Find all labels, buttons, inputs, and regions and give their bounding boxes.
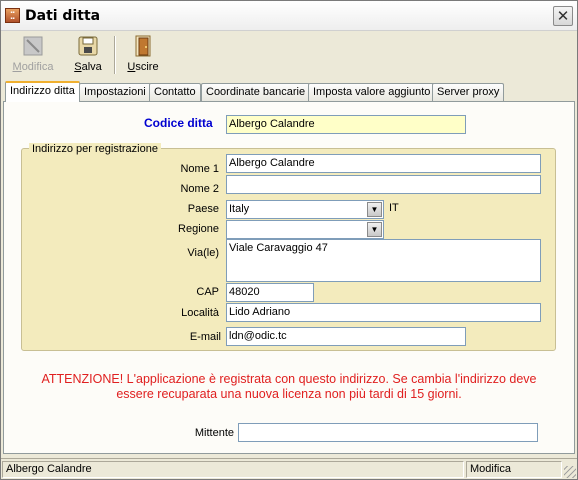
salva-button[interactable]: Salva [71,34,105,76]
regione-select[interactable]: ▼ [226,220,384,239]
chevron-down-icon[interactable]: ▼ [367,202,382,217]
tab-indirizzo-ditta[interactable]: Indirizzo ditta [5,81,80,102]
codice-ditta-input[interactable]: Albergo Calandre [226,115,466,134]
pencil-icon [21,34,45,58]
email-input[interactable]: ldn@odic.tc [226,327,466,346]
status-mode: Modifica [466,461,562,478]
cap-input[interactable]: 48020 [226,283,314,302]
toolbar-separator [114,36,116,74]
paese-code: IT [389,202,399,214]
tab-imposta-valore-aggiunto[interactable]: Imposta valore aggiunto [308,83,436,101]
regione-label: Regione [178,223,219,235]
email-label: E-mail [189,331,221,343]
window-title: Dati ditta [25,8,101,24]
app-icon: ▪▪ ▪▪ [5,8,20,23]
close-button[interactable]: ✕ [553,6,573,26]
mittente-input[interactable] [238,423,538,442]
tab-contatto[interactable]: Contatto [149,83,201,101]
mittente-label: Mittente [194,427,234,439]
modifica-button[interactable]: Modifica [9,34,57,76]
title-bar: ▪▪ ▪▪ Dati ditta ✕ [1,1,577,31]
nome2-label: Nome 2 [180,183,219,195]
status-company: Albergo Calandre [2,461,464,478]
via-textarea[interactable]: Viale Caravaggio 47 [226,239,541,282]
paese-select[interactable]: Italy ▼ [226,200,384,219]
group-title: Indirizzo per registrazione [29,143,161,155]
close-icon: ✕ [556,7,570,25]
exit-door-icon [131,34,155,58]
resize-grip[interactable] [564,466,576,478]
tab-impostazioni[interactable]: Impostazioni [79,83,151,101]
localita-label: Località [181,307,219,319]
codice-ditta-label: Codice ditta [144,116,213,130]
nome1-label: Nome 1 [180,163,219,175]
tab-server-proxy[interactable]: Server proxy [432,83,505,101]
toolbar: Modifica Salva Uscire [1,32,577,80]
status-bar: Albergo Calandre Modifica [1,458,577,479]
via-label: Via(le) [187,247,219,259]
floppy-disk-icon [76,34,100,58]
nome1-input[interactable]: Albergo Calandre [226,154,541,173]
localita-input[interactable]: Lido Adriano [226,303,541,322]
tab-strip: Indirizzo ditta Impostazioni Contatto Co… [3,81,577,102]
cap-label: CAP [196,286,219,298]
uscire-button[interactable]: Uscire [123,34,163,76]
warning-message: ATTENZIONE! L'applicazione è registrata … [41,372,537,401]
paese-label: Paese [187,203,219,215]
nome2-input[interactable] [226,175,541,194]
chevron-down-icon[interactable]: ▼ [367,222,382,237]
dati-ditta-window: ▪▪ ▪▪ Dati ditta ✕ Modifica Salva Uscire… [0,0,578,480]
tab-coordinate-bancarie[interactable]: Coordinate bancarie [201,83,311,101]
